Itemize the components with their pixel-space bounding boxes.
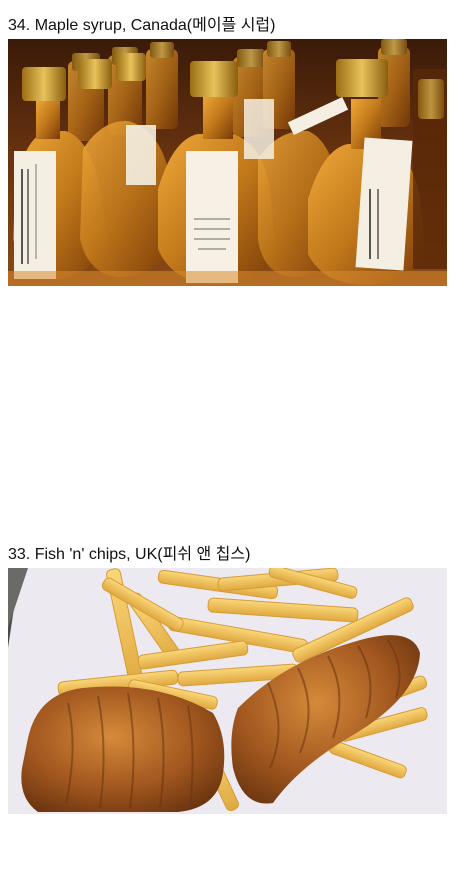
fish-and-chips-photo	[8, 568, 447, 814]
item-title: 34. Maple syrup, Canada(메이플 시럽)	[8, 17, 276, 34]
maple-syrup-photo	[8, 39, 447, 286]
item-title: 33. Fish 'n' chips, UK(피쉬 앤 칩스)	[8, 546, 251, 563]
